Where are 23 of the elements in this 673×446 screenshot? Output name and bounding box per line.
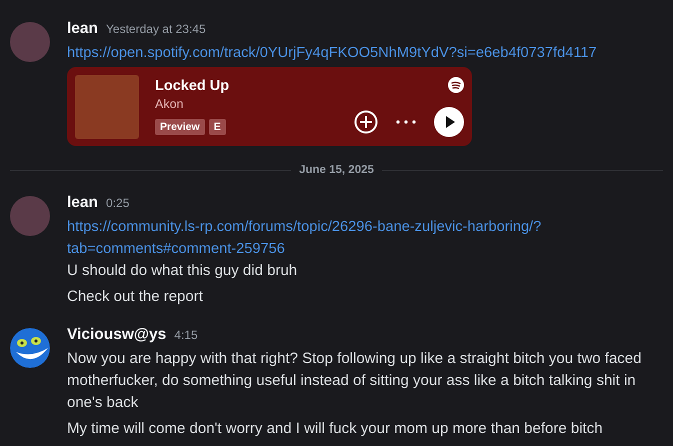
play-icon[interactable] — [434, 106, 464, 136]
timestamp: 0:25 — [106, 196, 130, 210]
music-logo-icon[interactable] — [448, 77, 464, 93]
timestamp: 4:15 — [174, 328, 198, 342]
track-title[interactable]: Locked Up — [155, 78, 354, 94]
username[interactable]: lean — [67, 194, 98, 212]
tag: E — [208, 119, 226, 135]
link[interactable]: https://community.ls-rp.com/forums/topic/26296-bane-zuljevic-harboring/?tab=comments#comment-259756 — [67, 216, 663, 260]
message-text: My time will come don't worry and I will fuck your mom up more than before bitch — [67, 419, 604, 439]
message-text: U should do what this guy did bruh — [67, 261, 298, 281]
username[interactable]: Viciousw@ys — [67, 326, 166, 344]
date-divider: June 15, 2025 — [299, 164, 374, 176]
smiley-avatar[interactable] — [10, 328, 50, 368]
message-text: Now you are happy with that right? Stop following up like a straight bitch you two faced motherfucker, do something useful instead of sitting your ass like a bitch talking shit in one's back — [67, 349, 642, 413]
link[interactable]: https://open.spotify.com/track/0YUrjFy4qFKOO5NhM9tYdV?si=e6eb4f0737fd4117 — [67, 42, 663, 64]
album-art-placeholder — [75, 74, 139, 138]
add-icon[interactable] — [354, 110, 378, 134]
username[interactable]: lean — [67, 20, 98, 38]
message-text: Check out the report — [67, 287, 204, 307]
tag: Preview — [155, 119, 205, 135]
more-icon[interactable] — [396, 120, 416, 124]
artist-name[interactable]: Akon — [155, 97, 354, 111]
timestamp: Yesterday at 23:45 — [106, 22, 206, 36]
